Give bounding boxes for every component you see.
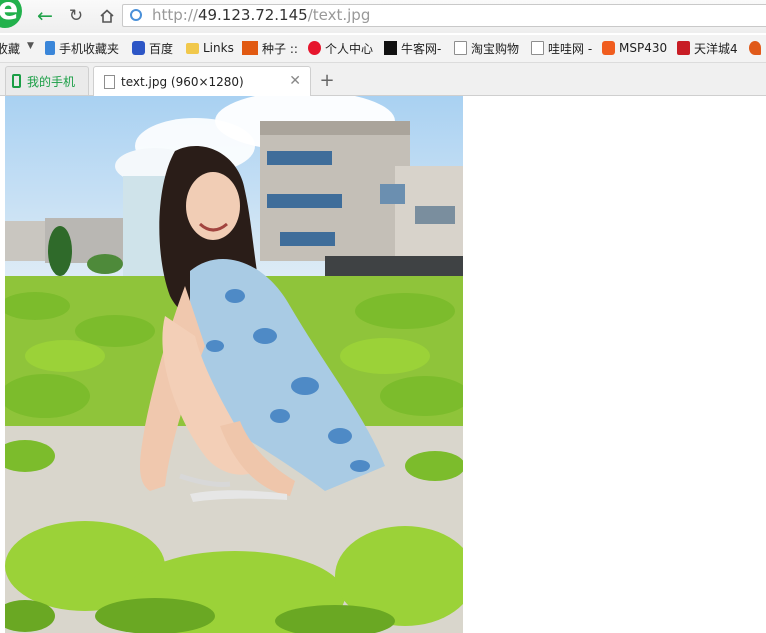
phone-icon <box>12 74 21 88</box>
displayed-image[interactable] <box>5 96 463 633</box>
bookmark-seed[interactable]: 种子 :: <box>242 40 298 56</box>
bookmark-label: MSP430 <box>619 41 668 55</box>
plus-icon: + <box>319 69 335 91</box>
bookmark-label: 个人中心 <box>325 41 374 56</box>
reload-button[interactable]: ↻ <box>65 5 87 27</box>
bookmark-tianyang[interactable]: 天洋城4 <box>677 40 738 56</box>
globe-icon <box>130 9 142 21</box>
tab-my-phone[interactable]: 我的手机 <box>5 66 89 95</box>
paw-icon <box>132 41 145 55</box>
page-content <box>0 96 766 633</box>
arrow-left-icon: ← <box>37 5 53 27</box>
bookmark-label: 牛客网- <box>401 41 442 56</box>
taobao-icon <box>602 41 615 55</box>
bookmark-overflow[interactable] <box>749 40 765 56</box>
bookmark-taobao-shopping[interactable]: 淘宝购物 <box>454 40 519 56</box>
phone-icon <box>45 41 55 55</box>
maple-leaf-icon <box>749 41 761 55</box>
page-icon <box>104 74 115 89</box>
bookmark-label: 天洋城4 <box>694 41 738 56</box>
bookmark-label: 淘宝购物 <box>471 41 520 56</box>
address-toolbar: ← ↻ http://49.123.72.145/text.jpg <box>0 0 766 33</box>
house-icon <box>677 41 690 55</box>
reload-icon: ↻ <box>68 6 84 26</box>
bookmark-msp430[interactable]: MSP430 <box>602 40 667 56</box>
url-host: 49.123.72.145 <box>197 6 308 24</box>
url-path: /text.jpg <box>307 6 371 24</box>
browser-logo-icon[interactable] <box>0 0 22 28</box>
tab-strip: 我的手机 text.jpg (960×1280) ✕ + <box>0 63 766 96</box>
swd-icon <box>242 41 258 55</box>
bookmarks-bar: 收藏 ▼ 手机收藏夹 百度 Links 种子 :: 个人中心 牛客网- 淘宝购物… <box>0 35 766 63</box>
url-input[interactable]: http://49.123.72.145/text.jpg <box>122 4 766 27</box>
bookmark-links[interactable]: Links <box>186 40 234 56</box>
bookmark-baidu[interactable]: 百度 <box>132 40 173 56</box>
weibo-icon <box>308 41 321 55</box>
bookmark-favorites[interactable]: 收藏 <box>0 40 20 56</box>
bookmark-wawa[interactable]: 哇哇网 - <box>531 40 592 56</box>
tab-image[interactable]: text.jpg (960×1280) ✕ <box>93 66 311 96</box>
page-icon <box>454 41 467 55</box>
home-button[interactable] <box>96 5 118 27</box>
back-button[interactable]: ← <box>34 5 56 27</box>
home-icon <box>100 9 114 23</box>
nowcoder-icon <box>384 41 397 55</box>
url-scheme: http:// <box>152 6 198 24</box>
bookmark-mobile-favorites[interactable]: 手机收藏夹 <box>45 40 119 56</box>
bookmark-personal-center[interactable]: 个人中心 <box>308 40 373 56</box>
new-tab-button[interactable]: + <box>316 69 338 91</box>
photo-illustration <box>5 96 463 633</box>
bookmark-label: 百度 <box>149 41 174 56</box>
close-icon[interactable]: ✕ <box>289 73 301 89</box>
bookmark-label: 收藏 <box>0 41 21 56</box>
url-text: http://49.123.72.145/text.jpg <box>152 6 370 24</box>
bookmark-label: Links <box>203 41 234 55</box>
chevron-down-icon[interactable]: ▼ <box>27 41 34 51</box>
bookmark-label: 种子 :: <box>262 41 298 56</box>
folder-icon <box>186 42 199 54</box>
bookmark-label: 哇哇网 - <box>548 41 593 56</box>
page-icon <box>531 41 544 55</box>
bookmark-label: 手机收藏夹 <box>59 41 120 56</box>
tab-label: 我的手机 <box>27 74 76 89</box>
bookmark-nowcoder[interactable]: 牛客网- <box>384 40 441 56</box>
tab-label: text.jpg (960×1280) <box>121 74 244 89</box>
